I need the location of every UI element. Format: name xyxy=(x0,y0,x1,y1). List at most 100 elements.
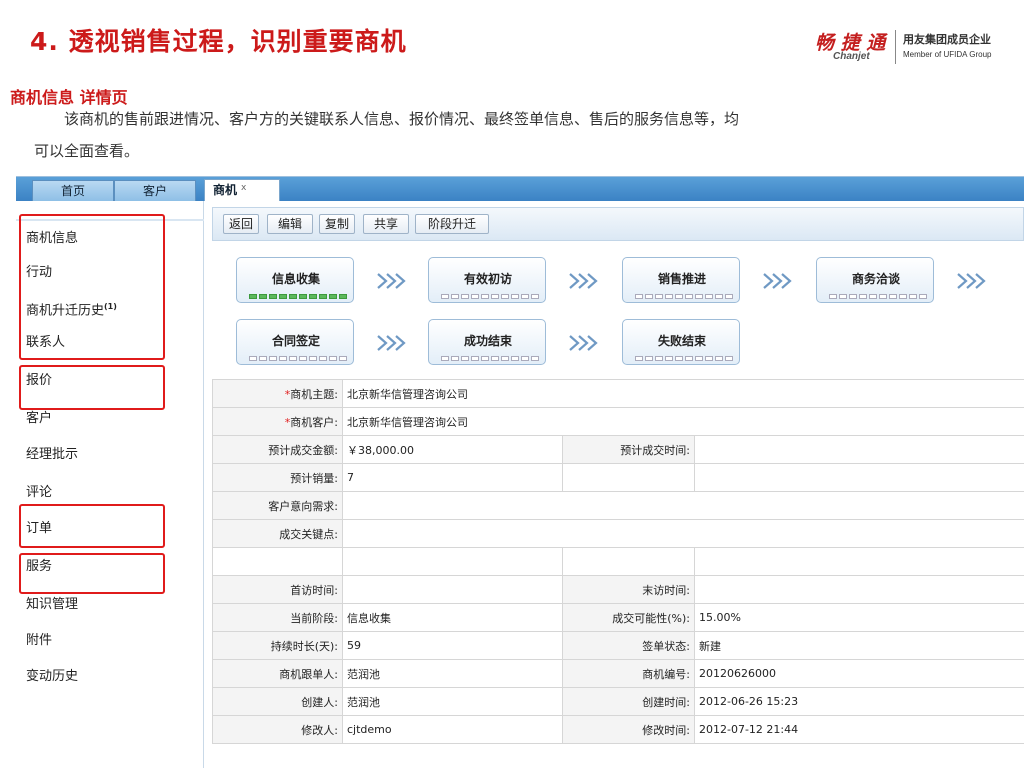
stage-upgrade-button[interactable]: 阶段升迁 xyxy=(415,214,489,234)
toolbar: 返回 编辑 复制 共享 阶段升迁 xyxy=(212,207,1024,241)
sidebar-item-manager-notes[interactable]: 经理批示 xyxy=(16,437,204,473)
progress-segment xyxy=(695,356,703,361)
back-button[interactable]: 返回 xyxy=(223,214,259,234)
progress-segment xyxy=(725,356,733,361)
count-badge: (1) xyxy=(104,302,117,311)
sidebar-item-orders[interactable]: 订单 xyxy=(16,511,204,547)
sign-status-value: 新建 xyxy=(693,631,1024,660)
sidebar-item-contacts[interactable]: 联系人 xyxy=(16,325,204,361)
progress-segment xyxy=(441,294,449,299)
stage-sales-push[interactable]: 销售推进 xyxy=(622,257,740,303)
stage-success[interactable]: 成功结束 xyxy=(428,319,546,365)
sidebar-item-opportunity-info[interactable]: 商机信息 xyxy=(16,219,204,255)
progress-segment xyxy=(521,294,529,299)
progress-segment xyxy=(511,356,519,361)
progress-segment xyxy=(451,294,459,299)
progress-segment xyxy=(451,356,459,361)
close-time-value xyxy=(693,435,1024,464)
progress-segment xyxy=(249,356,257,361)
table-row: 客户意向需求: xyxy=(212,491,1024,520)
progress-segment xyxy=(919,294,927,299)
table-row: *商机主题: 北京新华信管理咨询公司 xyxy=(212,379,1024,408)
subject-value: 北京新华信管理咨询公司 xyxy=(341,379,1024,408)
chevron-right-icon xyxy=(569,335,598,351)
progress-segment xyxy=(645,294,653,299)
share-button[interactable]: 共享 xyxy=(363,214,409,234)
sidebar-item-stage-history[interactable]: 商机升迁历史(1) xyxy=(16,289,204,325)
progress-segment xyxy=(501,294,509,299)
progress-segment xyxy=(329,294,337,299)
close-icon[interactable]: x xyxy=(241,178,246,199)
sidebar-item-quotes[interactable]: 报价 xyxy=(16,363,204,399)
progress-segment xyxy=(909,294,917,299)
stage-progress-bar xyxy=(249,356,347,361)
logo-group-en: Member of UFIDA Group xyxy=(903,50,992,59)
chanjet-logo: 畅 捷 通 Chanjet 用友集团成员企业 Member of UFIDA G… xyxy=(815,28,1015,66)
progress-segment xyxy=(839,294,847,299)
tab-home[interactable]: 首页 xyxy=(32,180,114,201)
progress-segment xyxy=(279,356,287,361)
sidebar-item-customer[interactable]: 客户 xyxy=(16,401,204,437)
edit-button[interactable]: 编辑 xyxy=(267,214,313,234)
table-row: 商机跟单人: 范润池 商机编号: 20120626000 xyxy=(212,659,1024,688)
opportunity-detail-table: *商机主题: 北京新华信管理咨询公司 *商机客户: 北京新华信管理咨询公司 预计… xyxy=(212,379,1024,744)
progress-segment xyxy=(665,356,673,361)
progress-segment xyxy=(269,294,277,299)
sidebar-item-knowledge[interactable]: 知识管理 xyxy=(16,587,204,623)
stage-contract[interactable]: 合同签定 xyxy=(236,319,354,365)
progress-segment xyxy=(471,356,479,361)
stage-negotiation[interactable]: 商务洽谈 xyxy=(816,257,934,303)
stage-info-collection[interactable]: 信息收集 xyxy=(236,257,354,303)
stage-progress-bar xyxy=(441,356,539,361)
tab-opportunity[interactable]: 商机 x xyxy=(204,179,280,201)
table-row: 当前阶段: 信息收集 成交可能性(%): 15.00% xyxy=(212,603,1024,632)
creator-value: 范润池 xyxy=(342,687,563,716)
progress-segment xyxy=(655,356,663,361)
amount-value: ￥38,000.00 xyxy=(342,435,563,464)
sidebar-item-actions[interactable]: 行动 xyxy=(16,255,204,291)
progress-segment xyxy=(319,356,327,361)
progress-segment xyxy=(309,294,317,299)
top-tab-bar: 首页 客户 商机 x xyxy=(16,177,1024,201)
stage-first-visit[interactable]: 有效初访 xyxy=(428,257,546,303)
progress-segment xyxy=(289,356,297,361)
progress-segment xyxy=(481,356,489,361)
progress-segment xyxy=(461,294,469,299)
copy-button[interactable]: 复制 xyxy=(319,214,355,234)
progress-segment xyxy=(511,294,519,299)
progress-segment xyxy=(695,294,703,299)
last-visit-value xyxy=(693,575,1024,604)
stage-failure[interactable]: 失败结束 xyxy=(622,319,740,365)
slide-title: 4. 透视销售过程，识别重要商机 xyxy=(30,27,407,56)
progress-segment xyxy=(289,294,297,299)
detail-panel: 返回 编辑 复制 共享 阶段升迁 信息收集 有效初访 销售推进 商务洽谈 合同签… xyxy=(204,201,1024,768)
progress-segment xyxy=(461,356,469,361)
progress-segment xyxy=(869,294,877,299)
progress-segment xyxy=(521,356,529,361)
table-row: 修改人: cjtdemo 修改时间: 2012-07-12 21:44 xyxy=(212,715,1024,744)
sidebar-item-change-history[interactable]: 变动历史 xyxy=(16,659,204,695)
sidebar-item-comments[interactable]: 评论 xyxy=(16,475,204,511)
table-row: 创建人: 范润池 创建时间: 2012-06-26 15:23 xyxy=(212,687,1024,716)
sidebar-item-attachments[interactable]: 附件 xyxy=(16,623,204,659)
progress-segment xyxy=(705,294,713,299)
chevron-right-icon xyxy=(957,273,986,289)
sidebar-item-service[interactable]: 服务 xyxy=(16,549,204,585)
tab-customer[interactable]: 客户 xyxy=(114,180,196,201)
progress-segment xyxy=(899,294,907,299)
current-stage-value: 信息收集 xyxy=(342,603,563,632)
progress-segment xyxy=(715,356,723,361)
first-visit-value xyxy=(342,575,563,604)
customer-value[interactable]: 北京新华信管理咨询公司 xyxy=(341,407,1024,436)
progress-segment xyxy=(675,294,683,299)
table-row: 持续时长(天): 59 签单状态: 新建 xyxy=(212,631,1024,660)
progress-segment xyxy=(269,356,277,361)
chevron-right-icon xyxy=(569,273,598,289)
table-row xyxy=(212,547,1024,576)
quantity-value: 7 xyxy=(342,463,563,492)
progress-segment xyxy=(705,356,713,361)
chevron-right-icon xyxy=(377,335,406,351)
progress-segment xyxy=(309,356,317,361)
probability-value: 15.00% xyxy=(693,603,1024,632)
chevron-right-icon xyxy=(377,273,406,289)
